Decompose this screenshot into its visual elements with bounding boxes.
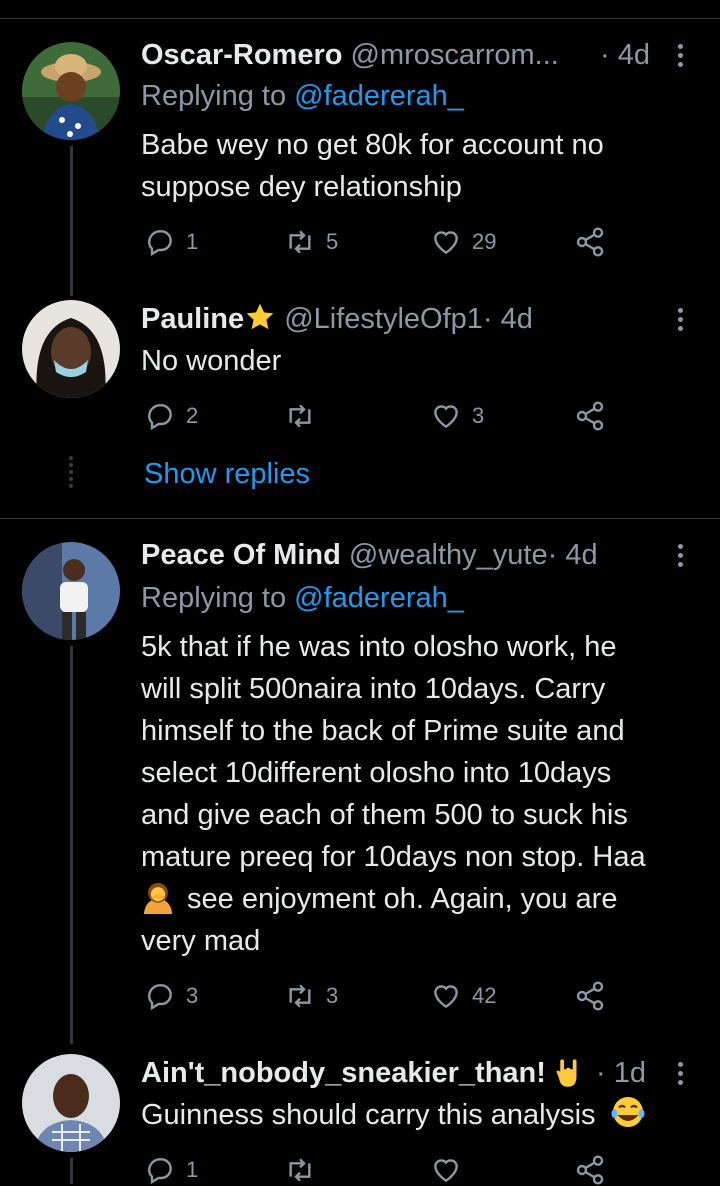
retweet-icon <box>289 984 311 1008</box>
like-count: 42 <box>472 983 497 1008</box>
like-count: 29 <box>472 229 497 254</box>
like-button[interactable] <box>430 1154 472 1186</box>
like-icon <box>434 985 458 1009</box>
like-icon <box>434 231 458 255</box>
handle[interactable]: @LifestyleOfp1 <box>284 303 483 335</box>
like-button[interactable]: 3 <box>430 400 484 432</box>
more-icon[interactable] <box>678 1062 688 1089</box>
tweet-header: Oscar-Romero @mroscarrom... <box>141 36 650 74</box>
retweet-button[interactable]: 5 <box>284 226 338 258</box>
tweet-text: 5k that if he was into olosho work, he w… <box>141 631 646 957</box>
retweet-icon <box>289 404 311 428</box>
thread-line <box>70 646 73 1044</box>
tweet-header: Pauline @LifestyleOfp1· 4d <box>141 300 650 338</box>
facepalm-woman-emoji <box>143 882 173 914</box>
avatar-peace-of-mind[interactable] <box>22 542 120 640</box>
retweet-icon <box>289 1158 311 1182</box>
share-button[interactable] <box>574 400 616 432</box>
retweet-button[interactable] <box>284 400 326 432</box>
retweet-count: 5 <box>326 229 339 254</box>
like-button[interactable]: 29 <box>430 226 496 258</box>
more-icon[interactable] <box>678 544 688 571</box>
star-emoji <box>246 303 274 330</box>
reply-count: 3 <box>186 983 199 1008</box>
reply-button[interactable]: 3 <box>144 980 198 1012</box>
thread-line <box>70 1158 73 1184</box>
timestamp[interactable]: · 1d <box>596 1054 646 1092</box>
share-button[interactable] <box>574 226 616 258</box>
reply-count: 1 <box>186 229 199 254</box>
share-button[interactable] <box>574 1154 616 1186</box>
like-icon <box>434 405 458 429</box>
top-divider <box>0 18 720 19</box>
timestamp[interactable]: · 4d <box>548 539 598 571</box>
tweet-text: Babe wey no get 80k for account no suppo… <box>141 129 604 203</box>
more-icon[interactable] <box>678 308 688 335</box>
like-button[interactable]: 42 <box>430 980 496 1012</box>
tweet-text: Guinness should carry this analysis <box>141 1094 690 1136</box>
display-name[interactable]: Pauline <box>141 303 244 335</box>
replying-to: Replying to @fadererah_ <box>141 582 464 614</box>
reply-icon <box>148 1158 172 1185</box>
avatar-pauline[interactable] <box>22 300 120 398</box>
timestamp[interactable]: · 4d <box>483 303 533 335</box>
collapsed-thread-indicator <box>68 456 74 491</box>
share-icon <box>576 981 604 1011</box>
more-icon[interactable] <box>678 44 688 71</box>
reply-count: 2 <box>186 403 199 428</box>
retweet-count: 3 <box>326 983 339 1008</box>
like-icon <box>434 1159 458 1183</box>
like-count: 3 <box>472 403 485 428</box>
thread-line <box>70 146 73 296</box>
tweet-text: No wonder <box>141 345 282 377</box>
show-replies-link[interactable]: Show replies <box>144 458 310 491</box>
retweet-icon <box>289 230 311 254</box>
retweet-button[interactable] <box>284 1154 326 1186</box>
handle[interactable]: @wealthy_yute <box>349 539 548 571</box>
avatar-oscar-romero[interactable] <box>22 42 120 140</box>
reply-button[interactable]: 2 <box>144 400 198 432</box>
mention-link[interactable]: @fadererah_ <box>294 582 464 614</box>
timestamp[interactable]: · 4d <box>600 36 650 74</box>
display-name[interactable]: Ain't_nobody_sneakier_than! <box>141 1057 546 1089</box>
share-icon <box>576 1155 604 1185</box>
rock-hand-emoji <box>556 1059 577 1087</box>
tweet-header: Ain't_nobody_sneakier_than! <box>141 1054 590 1092</box>
share-button[interactable] <box>574 980 616 1012</box>
mention-link[interactable]: @fadererah_ <box>294 80 464 112</box>
display-name[interactable]: Peace Of Mind <box>141 539 341 571</box>
share-icon <box>576 227 604 257</box>
display-name[interactable]: Oscar-Romero <box>141 39 342 71</box>
tweet-header: Peace Of Mind @wealthy_yute· 4d <box>141 536 650 574</box>
reply-icon <box>148 984 172 1011</box>
share-icon <box>576 401 604 431</box>
avatar-aint-nobody-sneakier[interactable] <box>22 1054 120 1152</box>
replying-to: Replying to @fadererah_ <box>141 80 464 112</box>
reply-button[interactable]: 1 <box>144 1154 198 1186</box>
reply-icon <box>148 230 172 257</box>
handle[interactable]: @mroscarrom... <box>351 39 559 71</box>
reply-button[interactable]: 1 <box>144 226 198 258</box>
tweet-divider <box>0 518 720 519</box>
reply-icon <box>148 404 172 431</box>
laughing-tears-emoji <box>611 1097 645 1127</box>
reply-count: 1 <box>186 1157 199 1182</box>
retweet-button[interactable]: 3 <box>284 980 338 1012</box>
